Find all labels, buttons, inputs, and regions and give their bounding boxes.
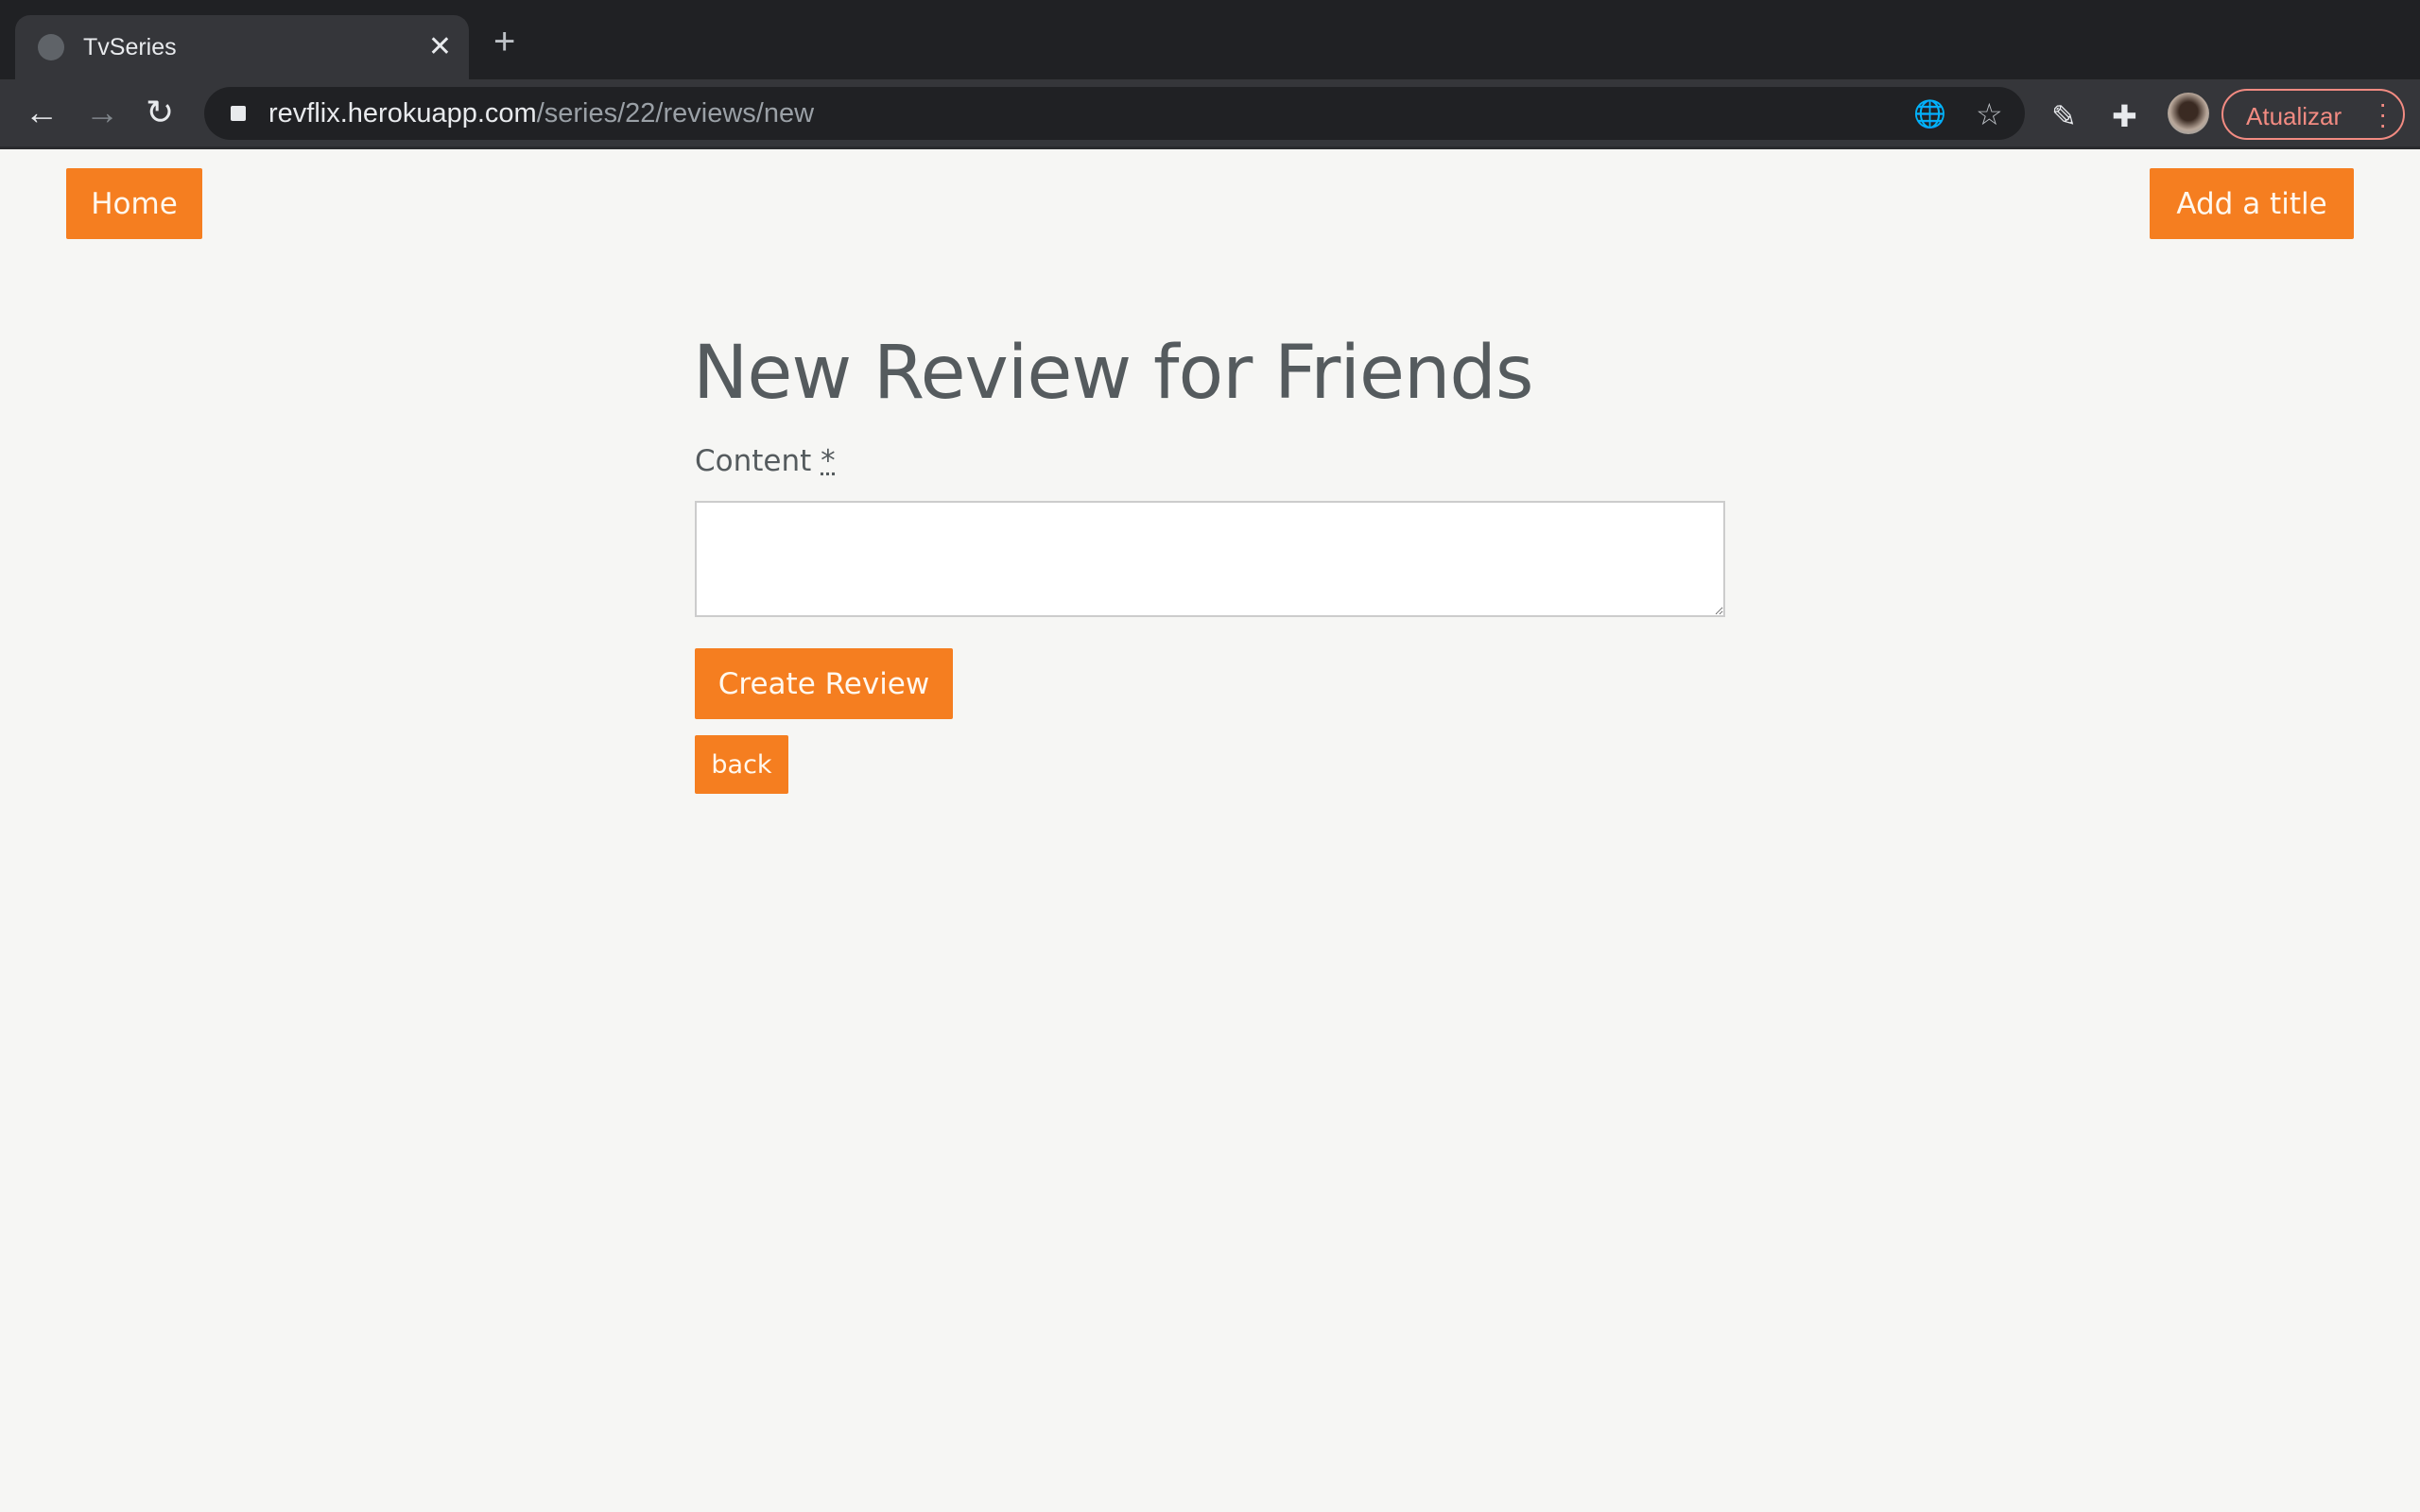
url-host: revflix.herokuapp.com: [268, 98, 537, 129]
tab-title: TvSeries: [83, 34, 177, 60]
translate-icon[interactable]: 🌐: [1913, 98, 1946, 129]
create-review-button[interactable]: Create Review: [695, 648, 953, 719]
new-tab-icon[interactable]: +: [493, 23, 515, 60]
tab-strip: TvSeries ✕ +: [0, 0, 2420, 79]
page-title: New Review for Friends: [693, 331, 1534, 416]
pen-extension-icon[interactable]: ✎: [2051, 98, 2077, 134]
back-arrow-icon[interactable]: ←: [25, 93, 59, 132]
puzzle-extensions-icon[interactable]: ✚: [2112, 98, 2137, 134]
update-label: Atualizar: [2246, 102, 2342, 130]
star-icon[interactable]: ☆: [1976, 96, 2003, 132]
more-menu-icon[interactable]: · · ·: [2378, 91, 2387, 138]
browser-tab[interactable]: TvSeries ✕: [15, 15, 469, 79]
add-title-button[interactable]: Add a title: [2150, 168, 2354, 239]
content-label-text: Content: [695, 444, 812, 478]
home-button[interactable]: Home: [66, 168, 202, 239]
back-button[interactable]: back: [695, 735, 788, 794]
globe-icon: [38, 34, 64, 60]
url-path: /series/22/reviews/new: [536, 98, 815, 129]
update-button[interactable]: Atualizar · · ·: [2221, 89, 2405, 140]
content-textarea[interactable]: [695, 501, 1725, 617]
profile-avatar[interactable]: [2168, 93, 2209, 134]
browser-toolbar: ← → ↻ revflix.herokuapp.com/series/22/re…: [0, 79, 2420, 149]
content-label: Content *: [695, 444, 836, 478]
forward-arrow-icon[interactable]: →: [85, 93, 119, 132]
reload-icon[interactable]: ↻: [146, 93, 174, 132]
close-tab-icon[interactable]: ✕: [428, 30, 452, 63]
required-mark: *: [821, 444, 836, 478]
lock-icon: [231, 106, 246, 121]
address-bar[interactable]: revflix.herokuapp.com/series/22/reviews/…: [204, 87, 2025, 140]
